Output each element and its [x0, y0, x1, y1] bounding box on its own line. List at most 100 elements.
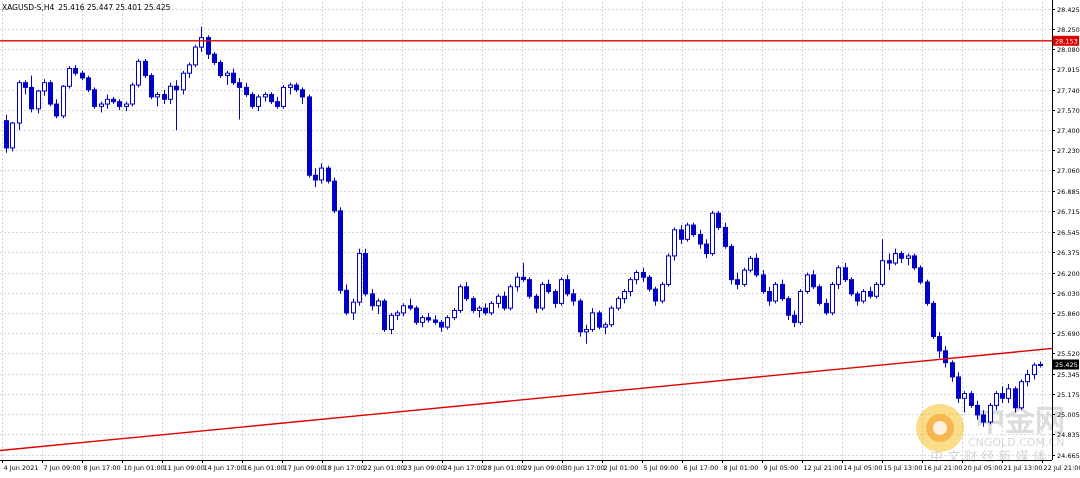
x-tick-label: 16 Jun 01:00 — [244, 464, 285, 472]
candle-body — [289, 85, 293, 87]
candle-body — [705, 244, 709, 253]
resistance-price-tag: 28.153 — [1053, 36, 1079, 46]
candle-body — [30, 87, 34, 108]
candle-body — [131, 85, 135, 104]
candle-body — [755, 258, 759, 275]
candle-body — [497, 296, 501, 303]
candle-body — [238, 83, 242, 88]
candle — [383, 299, 387, 332]
candle — [598, 310, 602, 329]
candle — [282, 85, 286, 109]
candle-body — [358, 254, 362, 303]
candle-body — [402, 306, 406, 313]
candle — [415, 306, 419, 325]
x-tick-label: 4 Jun 2021 — [4, 464, 39, 472]
candle — [661, 282, 665, 303]
candle — [579, 299, 583, 337]
candle — [87, 76, 91, 93]
candle-body — [270, 95, 274, 102]
candle — [541, 282, 545, 310]
candle — [194, 45, 198, 68]
candle — [11, 122, 15, 152]
candle — [509, 284, 513, 310]
candle-body — [825, 303, 829, 312]
candle-body — [1039, 364, 1043, 365]
candle-body — [1026, 375, 1030, 382]
candle-body — [207, 38, 211, 55]
x-tick-label: 15 Jul 13:00 — [884, 464, 923, 472]
candle-body — [541, 284, 545, 308]
candle-body — [989, 405, 993, 422]
candle — [1020, 379, 1024, 410]
candle-body — [667, 256, 671, 284]
y-tick-label: 27.060 — [1057, 167, 1080, 175]
candle — [673, 227, 677, 260]
candle-body — [976, 405, 980, 414]
candle-body — [415, 308, 419, 322]
candle-body — [516, 277, 520, 286]
candle-body — [226, 73, 230, 75]
candle-body — [118, 102, 122, 107]
candle-body — [320, 168, 324, 180]
candle-body — [749, 258, 753, 270]
x-tick-label: 8 Jul 01:00 — [724, 464, 759, 472]
candle-body — [736, 280, 740, 285]
candle-body — [680, 230, 684, 239]
candle-body — [62, 86, 66, 116]
candle — [818, 284, 822, 305]
candle-body — [314, 175, 318, 180]
candle-body — [5, 121, 9, 148]
candle — [68, 66, 72, 89]
candle-body — [856, 294, 860, 301]
candle-body — [175, 86, 179, 90]
current-price-tag: 25.425 — [1053, 359, 1079, 369]
candle-body — [301, 90, 305, 97]
candle — [957, 372, 961, 403]
candle — [799, 289, 803, 325]
candle-body — [478, 308, 482, 310]
candle — [730, 244, 734, 284]
y-tick-label: 25.860 — [1057, 310, 1080, 318]
candle-body — [938, 337, 942, 351]
candle-body — [522, 277, 526, 279]
candle-body — [617, 299, 621, 308]
candle — [560, 277, 564, 305]
current-price-tag-label: 25.425 — [1055, 361, 1078, 369]
candle-body — [409, 306, 413, 308]
candle-body — [1007, 389, 1011, 398]
candle-body — [717, 213, 721, 227]
candle-body — [787, 299, 791, 316]
candle-body — [93, 90, 97, 107]
resistance-price-tag-label: 28.153 — [1055, 37, 1078, 45]
candle — [131, 83, 135, 107]
candle-body — [812, 275, 816, 287]
candle-body — [535, 296, 539, 308]
candle-body — [182, 73, 186, 90]
candle-body — [81, 73, 85, 78]
candle — [749, 256, 753, 273]
candle-body — [818, 287, 822, 304]
candle — [913, 254, 917, 271]
candle-body — [629, 280, 633, 292]
watermark-url: CNGOLD.COM.CN — [968, 436, 1064, 449]
x-tick-label: 8 Jun 17:00 — [84, 464, 121, 472]
candle-body — [862, 292, 866, 301]
candle-body — [686, 225, 690, 239]
candle-body — [446, 318, 450, 327]
x-tick-label: 23 Jun 09:00 — [404, 464, 445, 472]
x-tick-label: 10 Jun 01:00 — [124, 464, 165, 472]
candle-body — [68, 68, 72, 86]
candle-body — [566, 280, 570, 294]
x-tick-label: 30 Jun 17:00 — [564, 464, 605, 472]
watermark-tagline: 中 文 财 经 新 媒 体 — [930, 449, 1046, 465]
x-tick-label: 12 Jul 21:00 — [804, 464, 843, 472]
candle-body — [585, 329, 589, 331]
candle-body — [806, 275, 810, 292]
candle-body — [150, 76, 154, 97]
x-tick-label: 17 Jun 09:00 — [284, 464, 325, 472]
candle-body — [768, 292, 772, 301]
candle-body — [219, 63, 223, 76]
price-chart[interactable]: 中金网 CNGOLD.COM.CN 中 文 财 经 新 媒 体 28.42528… — [0, 0, 1080, 474]
candle-body — [200, 38, 204, 47]
candle-body — [598, 313, 602, 327]
